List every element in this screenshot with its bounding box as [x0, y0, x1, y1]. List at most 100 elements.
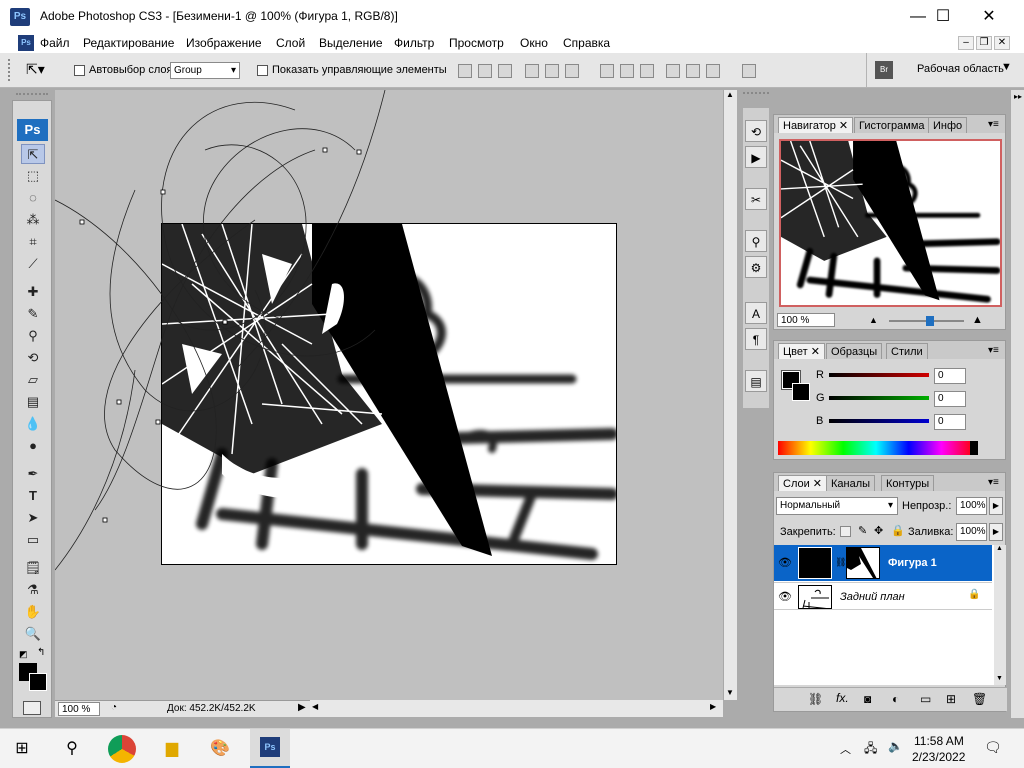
tab-styles[interactable]: Стили	[886, 343, 928, 359]
add-mask-icon[interactable]: ◙	[864, 692, 871, 706]
tab-color[interactable]: Цвет ✕	[778, 343, 825, 359]
fill-field[interactable]: 100%	[956, 523, 987, 541]
photoshop-taskbar-button[interactable]: Ps	[250, 729, 290, 768]
tab-layers[interactable]: Слои ✕	[778, 475, 828, 491]
color-ramp[interactable]	[778, 441, 974, 455]
scroll-left-icon[interactable]: ◀	[312, 702, 318, 711]
fill-arrow-icon[interactable]: ▶	[989, 523, 1003, 541]
layer-row-shape1[interactable]: 👁 ⛓ Фигура 1	[774, 545, 992, 581]
menu-layer[interactable]: Слой	[276, 36, 305, 50]
notifications-icon[interactable]: 🗨	[984, 739, 1002, 756]
layer-name[interactable]: Фигура 1	[888, 557, 937, 569]
tab-channels[interactable]: Каналы	[826, 475, 876, 491]
background-thumbnail[interactable]	[798, 585, 832, 609]
scroll-down-icon[interactable]: ▼	[726, 688, 734, 697]
grip-handle[interactable]	[8, 59, 12, 81]
zoom-tool-icon[interactable]: 🔍	[21, 624, 45, 644]
clone-source-panel-icon[interactable]: ⚲	[745, 230, 767, 252]
doc-restore-button[interactable]: ❐	[976, 36, 992, 50]
eye-icon[interactable]: 👁	[778, 590, 792, 603]
quick-mask-icon[interactable]	[23, 701, 41, 715]
vertical-scrollbar[interactable]: ▲ ▼	[723, 90, 737, 700]
opacity-field[interactable]: 100%	[956, 497, 987, 515]
auto-align-icon[interactable]	[742, 64, 756, 78]
navigator-zoom-thumb[interactable]	[926, 316, 935, 326]
menu-edit[interactable]: Редактирование	[83, 36, 174, 50]
navigator-zoom-field[interactable]: 100 %	[777, 313, 835, 327]
auto-select-checkbox[interactable]	[74, 65, 85, 76]
gradient-tool-icon[interactable]: ▤	[21, 392, 45, 412]
history-panel-icon[interactable]: ⟲	[745, 120, 767, 142]
align-right-icon[interactable]	[565, 64, 579, 78]
dock-grip[interactable]	[743, 92, 769, 102]
lock-all-icon[interactable]: 🔒	[891, 524, 905, 537]
panel-menu-icon[interactable]: ▾≡	[988, 119, 999, 130]
ps-badge[interactable]: Ps	[17, 119, 48, 141]
maximize-button[interactable]: ☐	[920, 0, 966, 33]
color-ramp-black[interactable]	[970, 441, 978, 455]
scroll-up-icon[interactable]: ▲	[726, 90, 734, 99]
volume-icon[interactable]: 🔈	[888, 739, 903, 753]
blur-tool-icon[interactable]: 💧	[21, 414, 45, 434]
workspace-label[interactable]: Рабочая область	[917, 63, 1004, 75]
align-vcenter-icon[interactable]	[478, 64, 492, 78]
stamp-tool-icon[interactable]: ⚲	[21, 326, 45, 346]
menu-filter[interactable]: Фильтр	[394, 36, 434, 50]
clock-time[interactable]: 11:58 AM	[914, 734, 964, 748]
channel-r-slider[interactable]	[829, 373, 929, 377]
collapse-icon[interactable]: ▸▸	[1014, 92, 1022, 101]
zoom-in-icon[interactable]: ▲	[972, 314, 983, 326]
document-icon[interactable]: Ps	[18, 35, 34, 51]
lock-transparency-icon[interactable]	[840, 526, 851, 537]
tool-presets-panel-icon[interactable]: ⚙	[745, 256, 767, 278]
toolbox-grip[interactable]	[16, 93, 48, 99]
network-icon[interactable]: 🖧	[864, 739, 877, 760]
status-info-icon[interactable]: ◔	[111, 702, 117, 713]
marquee-tool-icon[interactable]: ⬚	[21, 166, 45, 186]
magic-wand-tool-icon[interactable]: ⁂	[21, 210, 45, 230]
adjustment-layer-icon[interactable]: ◐	[892, 692, 899, 706]
menu-select[interactable]: Выделение	[319, 36, 383, 50]
tab-paths[interactable]: Контуры	[881, 475, 935, 491]
chrome-icon[interactable]	[108, 735, 136, 763]
crop-tool-icon[interactable]: ⌗	[21, 232, 45, 252]
horizontal-scrollbar[interactable]: ◀ ▶	[310, 700, 723, 717]
dock-collapse-strip[interactable]: ▸▸	[1010, 90, 1024, 718]
background-color-swatch[interactable]	[29, 673, 47, 691]
distribute-top-icon[interactable]	[600, 64, 614, 78]
path-select-tool-icon[interactable]: ➤	[21, 508, 45, 528]
distribute-hcenter-icon[interactable]	[686, 64, 700, 78]
dodge-tool-icon[interactable]: ●	[21, 436, 45, 456]
channel-b-value[interactable]: 0	[934, 414, 966, 430]
zoom-field[interactable]: 100 %	[58, 702, 100, 716]
new-group-icon[interactable]: ▭	[920, 692, 931, 706]
status-menu-arrow-icon[interactable]: ▶	[298, 702, 306, 713]
scroll-down-icon[interactable]: ▼	[996, 675, 1003, 682]
chevron-up-icon[interactable]: ︿	[840, 741, 851, 757]
brush-tool-icon[interactable]: ✎	[21, 304, 45, 324]
lock-position-icon[interactable]: ✥	[874, 524, 883, 537]
layer-fill-thumbnail[interactable]	[798, 547, 832, 579]
menu-image[interactable]: Изображение	[186, 36, 262, 50]
shape-tool-icon[interactable]: ▭	[21, 530, 45, 550]
tab-info[interactable]: Инфо	[928, 117, 968, 133]
channel-r-value[interactable]: 0	[934, 368, 966, 384]
align-bottom-icon[interactable]	[498, 64, 512, 78]
menu-help[interactable]: Справка	[563, 36, 610, 50]
opacity-arrow-icon[interactable]: ▶	[989, 497, 1003, 515]
auto-select-dropdown[interactable]: Group ▾	[170, 62, 240, 79]
layer-name[interactable]: Задний план	[840, 591, 905, 603]
lasso-tool-icon[interactable]: ◌	[21, 188, 45, 208]
menu-view[interactable]: Просмотр	[449, 36, 504, 50]
eye-icon[interactable]: 👁	[778, 556, 792, 569]
channel-g-value[interactable]: 0	[934, 391, 966, 407]
channel-b-slider[interactable]	[829, 419, 929, 423]
distribute-right-icon[interactable]	[706, 64, 720, 78]
doc-minimize-button[interactable]: –	[958, 36, 974, 50]
layer-comps-panel-icon[interactable]: ▤	[745, 370, 767, 392]
distribute-vcenter-icon[interactable]	[620, 64, 634, 78]
history-brush-tool-icon[interactable]: ⟲	[21, 348, 45, 368]
paint-icon[interactable]: 🎨	[206, 735, 234, 763]
default-colors-icon[interactable]: ◩	[19, 649, 28, 660]
file-explorer-icon[interactable]: ▆	[158, 735, 186, 763]
